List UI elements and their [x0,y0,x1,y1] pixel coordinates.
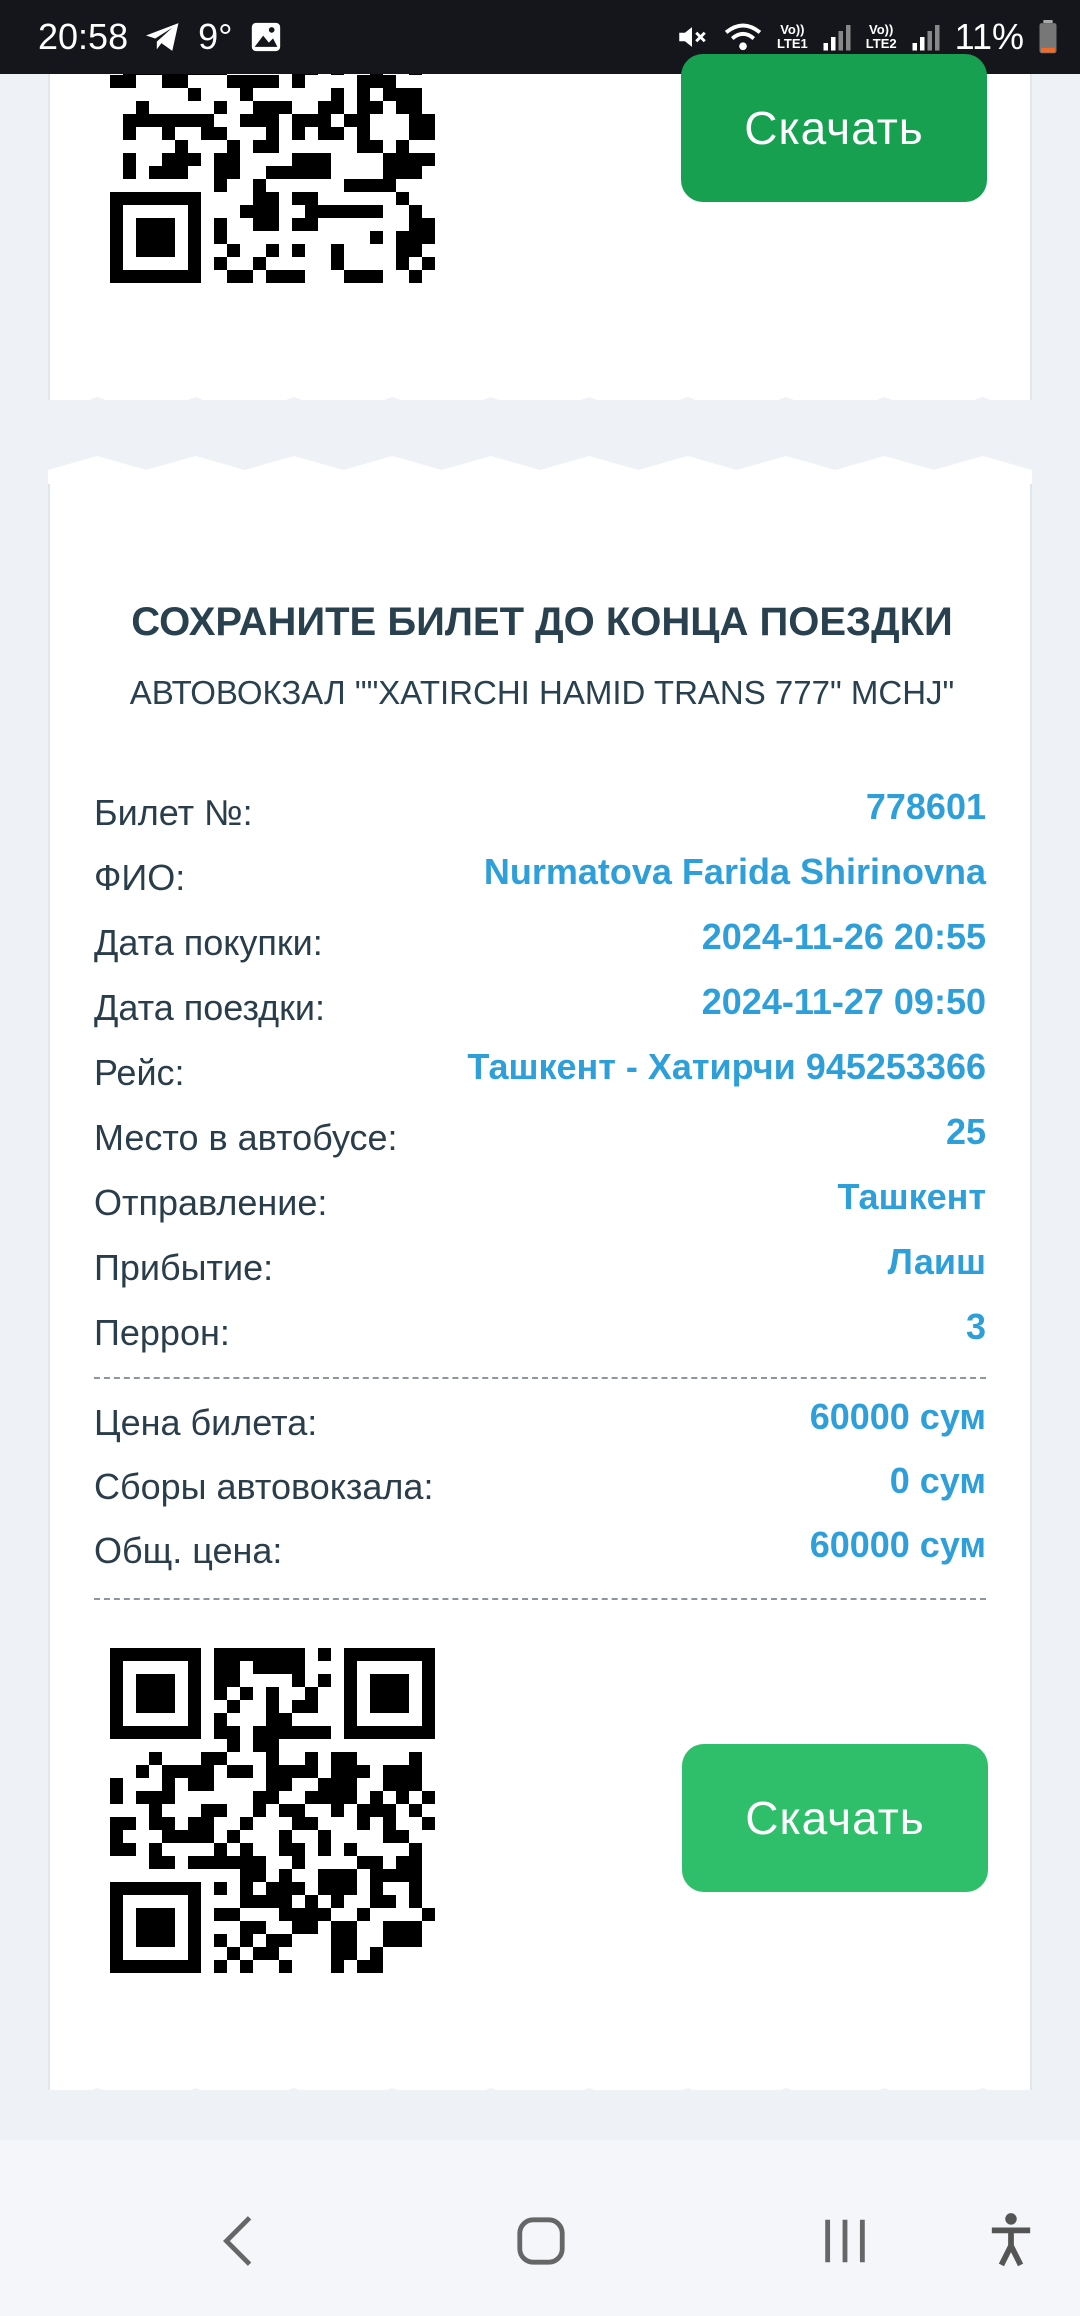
telegram-icon [146,23,179,51]
battery-percent: 11% [954,16,1024,57]
row-value: 2024-11-26 20:55 [701,916,986,957]
price-value: 60000 сум [809,1524,986,1565]
price-row: Цена билета: 60000 сум [94,1396,986,1462]
divider [94,1598,986,1600]
row-label: Отправление: [94,1182,328,1223]
clock: 20:58 [38,16,129,57]
row-label: Билет №: [94,792,253,833]
price-label: Цена билета: [94,1402,318,1443]
row-label: Дата покупки: [94,922,323,963]
navigation-bar [0,2140,1080,2316]
ticket-top-edge [48,456,1032,486]
ticket-row: Отправление: Ташкент [94,1176,986,1242]
row-label: Перрон: [94,1312,230,1353]
ticket-row: Билет №: 778601 [94,786,986,852]
wifi-icon [724,23,762,51]
ticket-row: Перрон: 3 [94,1306,986,1372]
ticket-row: Прибытие: Лаиш [94,1241,986,1307]
accessibility-icon[interactable] [988,2210,1034,2270]
row-label: Дата поездки: [94,987,326,1028]
row-value: Ташкент [837,1176,986,1217]
battery-icon [1039,20,1057,54]
ticket-row: Дата покупки: 2024-11-26 20:55 [94,916,986,982]
recents-icon[interactable] [818,2214,872,2268]
ticket-row: Рейс: Ташкент - Хатирчи 945253366 [94,1046,986,1112]
temperature: 9° [198,16,233,57]
previous-ticket-qr-code [96,0,466,314]
price-value: 0 сум [889,1460,986,1501]
download-button[interactable]: Скачать [682,1744,988,1892]
ticket-row: Дата поездки: 2024-11-27 09:50 [94,981,986,1047]
price-value: 60000 сум [809,1396,986,1437]
ticket-qr-code [96,1634,466,2004]
save-ticket-notice: СОХРАНИТЕ БИЛЕТ ДО КОНЦА ПОЕЗДКИ [131,600,953,644]
mute-icon [679,27,706,47]
row-value: 25 [945,1111,986,1152]
row-label: Прибытие: [94,1247,274,1288]
ticket-row: ФИО: Nurmatova Farida Shirinovna [94,851,986,917]
sim1-indicator: Vo)) LTE1 [776,22,808,51]
row-value: 2024-11-27 09:50 [701,981,986,1022]
row-label: ФИО: [94,857,186,898]
row-value: 778601 [865,786,986,827]
home-icon[interactable] [514,2214,568,2268]
price-row: Общ. цена: 60000 сум [94,1524,986,1590]
ticket-tear-edge [48,397,1032,415]
row-label: Рейс: [94,1052,185,1093]
row-value: 3 [965,1306,986,1347]
ticket-bottom-edge [48,2088,1032,2106]
row-value: Nurmatova Farida Shirinovna [483,851,986,892]
price-label: Общ. цена: [94,1530,283,1571]
price-label: Сборы автовокзала: [94,1466,434,1507]
row-label: Место в автобусе: [94,1117,398,1158]
row-value: Лаиш [887,1241,986,1282]
gallery-icon [251,22,280,52]
ticket-row: Место в автобусе: 25 [94,1111,986,1177]
sim2-indicator: Vo)) LTE2 [865,22,897,51]
station-name: АВТОВОКЗАЛ ""XATIRCHI HAMID TRANS 777" M… [129,674,955,711]
signal1-icon [823,25,851,51]
back-icon[interactable] [218,2214,258,2268]
signal2-icon [912,25,940,51]
price-row: Сборы автовокзала: 0 сум [94,1460,986,1526]
row-value: Ташкент - Хатирчи 945253366 [467,1046,986,1087]
ticket-card: СОХРАНИТЕ БИЛЕТ ДО КОНЦА ПОЕЗДКИ АВТОВОК… [48,484,1032,2090]
previous-download-button[interactable]: Скачать [681,54,987,202]
divider [94,1377,986,1379]
